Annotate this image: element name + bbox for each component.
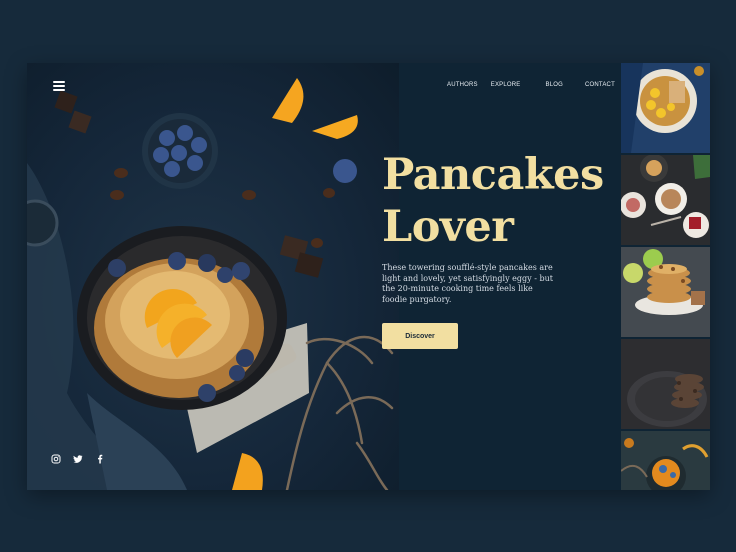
facebook-icon[interactable] bbox=[95, 454, 105, 464]
content-panel: AUTHORS EXPLORE BLOG CONTACT Pancakes Lo… bbox=[382, 63, 621, 490]
nav-contact[interactable]: CONTACT bbox=[585, 82, 615, 88]
title-line-2: Lover bbox=[382, 202, 514, 252]
dark-plate-thumb[interactable] bbox=[621, 339, 710, 429]
hero-description: These towering soufflé-style pancakes ar… bbox=[382, 263, 553, 304]
nav-authors[interactable]: AUTHORS bbox=[447, 82, 478, 88]
nav-explore[interactable]: EXPLORE bbox=[491, 82, 521, 88]
thumbnail-strip bbox=[621, 63, 710, 490]
title-line-1: Pancakes bbox=[382, 150, 604, 200]
discover-button[interactable]: Discover bbox=[382, 323, 458, 349]
landing-frame: AUTHORS EXPLORE BLOG CONTACT Pancakes Lo… bbox=[27, 63, 710, 490]
coffee-table-thumb[interactable] bbox=[621, 155, 710, 245]
top-nav: AUTHORS EXPLORE BLOG CONTACT bbox=[447, 82, 615, 88]
instagram-icon[interactable] bbox=[51, 454, 61, 464]
nav-blog[interactable]: BLOG bbox=[546, 82, 563, 88]
twitter-icon[interactable] bbox=[73, 454, 83, 464]
pancake-plate-thumb[interactable] bbox=[621, 63, 710, 153]
pancake-stack-thumb[interactable] bbox=[621, 247, 710, 337]
hero-food-photo bbox=[27, 78, 394, 490]
hero-image bbox=[27, 63, 399, 490]
page-title: Pancakes Lover bbox=[382, 149, 604, 253]
hamburger-menu-icon[interactable] bbox=[53, 81, 65, 91]
orange-dessert-thumb[interactable] bbox=[621, 431, 710, 490]
social-links bbox=[51, 454, 105, 464]
